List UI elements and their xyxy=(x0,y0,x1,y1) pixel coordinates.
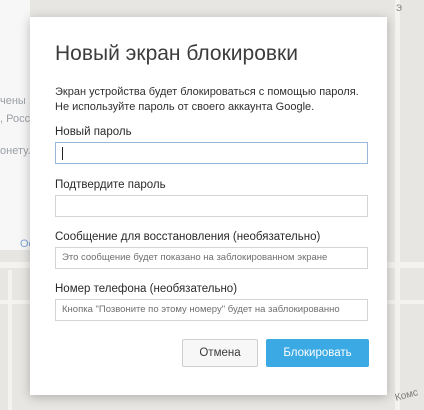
bg-text: чены xyxy=(0,95,26,107)
cancel-button[interactable]: Отмена xyxy=(182,339,258,367)
confirm-password-input[interactable] xyxy=(55,195,368,217)
recovery-message-input[interactable]: Это сообщение будет показано на заблокир… xyxy=(55,247,368,269)
bg-text: э xyxy=(396,0,403,14)
phone-number-label: Номер телефона (необязательно) xyxy=(55,283,238,295)
phone-number-input[interactable]: Кнопка "Позвоните по этому номеру" будет… xyxy=(55,299,368,321)
recovery-message-label: Сообщение для восстановления (необязател… xyxy=(55,231,321,243)
lock-button[interactable]: Блокировать xyxy=(266,339,369,367)
bg-text: онету. xyxy=(0,145,31,157)
new-password-label: Новый пароль xyxy=(55,126,132,138)
confirm-password-label: Подтвердите пароль xyxy=(55,179,166,191)
lock-screen-dialog: Новый экран блокировки Экран устройства … xyxy=(30,17,387,395)
new-password-input[interactable] xyxy=(55,142,368,164)
side-panel: чены , Росс онету. Ос xyxy=(0,0,34,250)
dialog-description: Экран устройства будет блокироваться с п… xyxy=(55,86,359,113)
bg-text: , Росс xyxy=(0,113,31,125)
dialog-title: Новый экран блокировки xyxy=(55,42,298,65)
text-caret xyxy=(62,147,63,160)
